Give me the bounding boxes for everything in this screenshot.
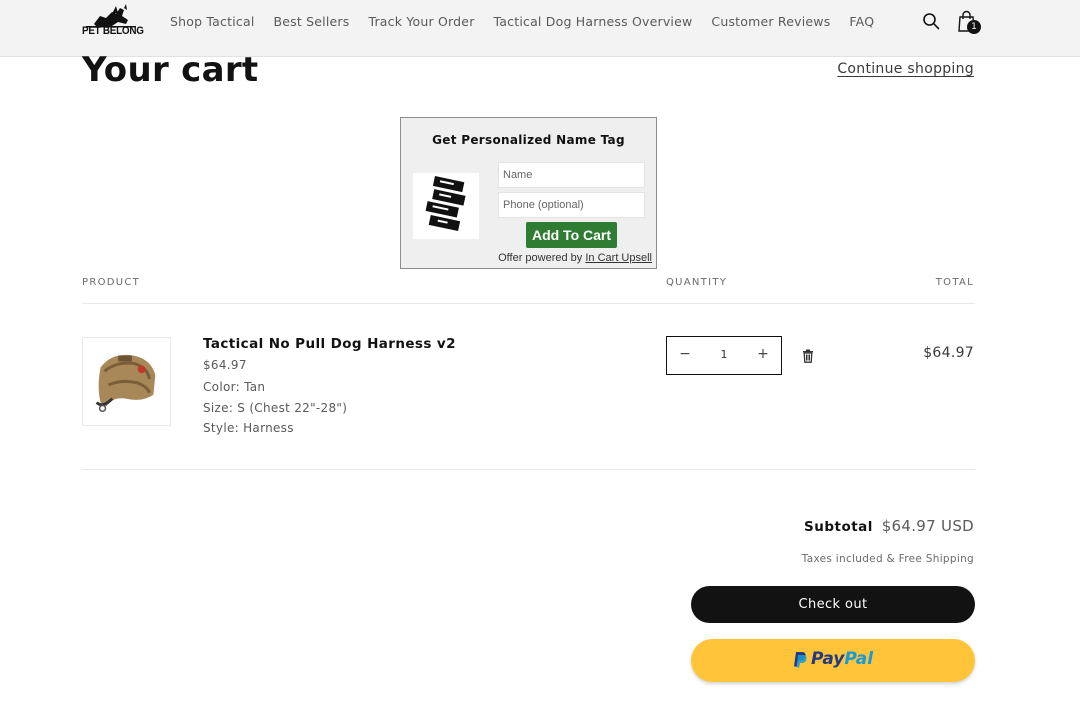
line-total: $64.97 (923, 345, 974, 361)
subtotal-label: Subtotal (804, 519, 873, 535)
name-input[interactable] (498, 162, 645, 188)
nav-faq[interactable]: FAQ (849, 14, 874, 29)
paypal-button[interactable]: PayPal (691, 639, 975, 682)
divider (82, 303, 975, 304)
cart-count-badge: 1 (967, 20, 981, 34)
paypal-wordmark-pal: Pal (844, 649, 874, 669)
logo-text[interactable]: PET BELONG (82, 25, 144, 37)
site-header: PET BELONG Shop Tactical Best Sellers Tr… (0, 0, 1080, 57)
nav-best-sellers[interactable]: Best Sellers (274, 14, 350, 29)
nav-shop-tactical[interactable]: Shop Tactical (170, 14, 255, 29)
nav-harness-overview[interactable]: Tactical Dog Harness Overview (494, 14, 693, 29)
subtotal-value: $64.97 USD (881, 517, 974, 535)
column-header-product: PRODUCT (82, 277, 141, 288)
product-price: $64.97 (203, 358, 247, 372)
upsell-widget: Get Personalized Name Tag Add To Cart Of… (400, 117, 657, 269)
page-title: Your cart (82, 50, 259, 90)
product-style: Style: Harness (203, 421, 294, 435)
checkout-button[interactable]: Check out (691, 586, 975, 623)
continue-shopping-link[interactable]: Continue shopping (837, 61, 974, 77)
product-name[interactable]: Tactical No Pull Dog Harness v2 (203, 336, 456, 352)
upsell-title: Get Personalized Name Tag (432, 133, 625, 147)
divider (82, 469, 975, 470)
product-size: Size: S (Chest 22"-28") (203, 401, 348, 415)
paypal-wordmark-pay: Pay (810, 649, 845, 669)
powered-prefix: Offer powered by (498, 252, 586, 264)
paypal-content: PayPal (691, 649, 975, 669)
name-tag-image (413, 173, 479, 239)
nav-track-order[interactable]: Track Your Order (368, 14, 474, 29)
nav-customer-reviews[interactable]: Customer Reviews (711, 14, 830, 29)
main-nav: Shop Tactical Best Sellers Track Your Or… (170, 14, 893, 29)
phone-input[interactable] (498, 192, 645, 218)
add-to-cart-button[interactable]: Add To Cart (526, 222, 617, 248)
column-header-quantity: QUANTITY (666, 277, 728, 288)
quantity-stepper: − 1 + (666, 336, 782, 375)
powered-by: Offer powered by In Cart Upsell (498, 252, 652, 264)
plus-icon[interactable]: + (753, 346, 773, 362)
product-image[interactable] (82, 337, 171, 426)
tax-note: Taxes included & Free Shipping (801, 553, 974, 565)
search-icon[interactable] (922, 12, 940, 30)
product-color: Color: Tan (203, 380, 266, 394)
trash-icon[interactable] (802, 349, 814, 363)
column-header-total: TOTAL (935, 277, 974, 288)
paypal-logo-icon (793, 651, 807, 667)
in-cart-upsell-link[interactable]: In Cart Upsell (585, 252, 652, 264)
